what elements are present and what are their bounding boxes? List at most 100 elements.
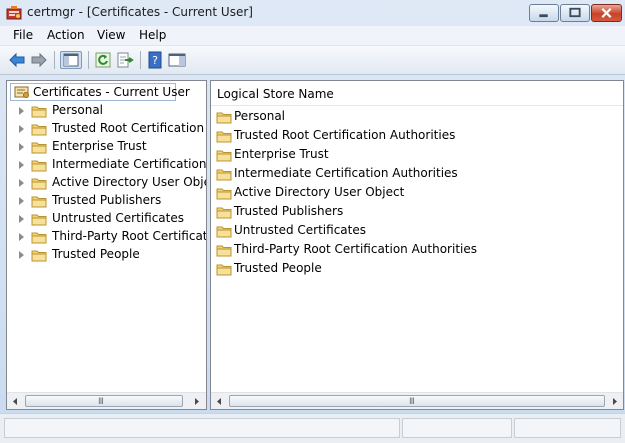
tree-item[interactable]: Intermediate Certification Au	[7, 156, 206, 174]
tree-item[interactable]: Enterprise Trust	[7, 138, 206, 156]
status-cell-tertiary	[514, 418, 621, 438]
scroll-right-icon[interactable]	[606, 393, 623, 410]
list-item-label: Trusted People	[234, 261, 322, 275]
tree-item[interactable]: Trusted People	[7, 246, 206, 264]
list-scroll-thumb[interactable]: III	[229, 395, 605, 407]
forward-arrow-icon[interactable]	[30, 51, 48, 69]
list-item-label: Trusted Root Certification Authorities	[234, 128, 456, 142]
column-header-label: Logical Store Name	[217, 87, 334, 101]
folder-icon	[31, 124, 47, 136]
scroll-left-icon[interactable]	[7, 393, 24, 410]
list-item-label: Active Directory User Object	[234, 185, 405, 199]
menu-view[interactable]: View	[97, 28, 125, 42]
expand-arrow-icon[interactable]	[19, 179, 24, 187]
tree-item-label: Trusted People	[52, 247, 140, 261]
close-button[interactable]	[591, 4, 622, 22]
status-cell-main	[4, 418, 400, 438]
toolbar-separator	[88, 51, 89, 69]
list-item-label: Intermediate Certification Authorities	[234, 166, 458, 180]
tree-root-label: Certificates - Current User	[33, 85, 190, 99]
tree-item[interactable]: Trusted Root Certification Au	[7, 120, 206, 138]
console-tree-pane[interactable]: Certificates - Current User Personal Trus…	[6, 80, 207, 410]
list-item[interactable]: Trusted Publishers	[211, 203, 623, 221]
folder-icon	[31, 250, 47, 262]
help-icon[interactable]: ?	[146, 51, 164, 69]
list-item[interactable]: Untrusted Certificates	[211, 222, 623, 240]
menu-help[interactable]: Help	[139, 28, 166, 42]
tree-item[interactable]: Active Directory User Object	[7, 174, 206, 192]
tree-scroll-thumb[interactable]: III	[25, 395, 183, 407]
minimize-button[interactable]	[529, 4, 559, 22]
folder-icon	[31, 142, 47, 154]
close-icon	[601, 7, 612, 18]
tree-item-label: Enterprise Trust	[52, 139, 147, 153]
list-horizontal-scrollbar[interactable]: III	[211, 392, 623, 410]
tree-item[interactable]: Third-Party Root Certification	[7, 228, 206, 246]
expand-arrow-icon[interactable]	[19, 125, 24, 133]
tree-item-label: Active Directory User Object	[52, 175, 207, 189]
tree-item-label: Trusted Publishers	[52, 193, 162, 207]
expand-arrow-icon[interactable]	[19, 197, 24, 205]
back-arrow-icon[interactable]	[8, 51, 26, 69]
tree-item-label: Untrusted Certificates	[52, 211, 184, 225]
folder-icon	[31, 196, 47, 208]
column-header-logical-store-name[interactable]: Logical Store Name	[211, 81, 623, 106]
expand-arrow-icon[interactable]	[19, 107, 24, 115]
scroll-left-icon[interactable]	[211, 393, 228, 410]
folder-icon	[216, 188, 232, 200]
folder-icon	[216, 245, 232, 257]
tree-item[interactable]: Untrusted Certificates	[7, 210, 206, 228]
toolbar-separator	[140, 51, 141, 69]
list-item[interactable]: Active Directory User Object	[211, 184, 623, 202]
status-bar	[0, 413, 625, 443]
tree-item-label: Personal	[52, 103, 104, 117]
title-bar[interactable]: certmgr - [Certificates - Current User]	[0, 0, 625, 26]
certmgr-app-icon	[6, 6, 22, 20]
list-item[interactable]: Intermediate Certification Authorities	[211, 165, 623, 183]
refresh-icon[interactable]	[94, 51, 112, 69]
scroll-right-icon[interactable]	[188, 393, 205, 410]
tree-item[interactable]: Personal	[7, 102, 206, 120]
svg-text:?: ?	[152, 54, 158, 67]
menu-action[interactable]: Action	[47, 28, 85, 42]
tree-horizontal-scrollbar[interactable]: III	[7, 392, 206, 410]
tree-item[interactable]: Trusted Publishers	[7, 192, 206, 210]
list-item[interactable]: Enterprise Trust	[211, 146, 623, 164]
scroll-grip: III	[98, 397, 104, 407]
list-item[interactable]: Personal	[211, 108, 623, 126]
maximize-icon	[569, 7, 581, 18]
list-item[interactable]: Trusted Root Certification Authorities	[211, 127, 623, 145]
window-title: certmgr - [Certificates - Current User]	[27, 5, 253, 19]
folder-icon	[31, 232, 47, 244]
expand-arrow-icon[interactable]	[19, 143, 24, 151]
certmgr-window: certmgr - [Certificates - Current User] …	[0, 0, 625, 443]
list-item-label: Third-Party Root Certification Authoriti…	[234, 242, 477, 256]
list-item[interactable]: Trusted People	[211, 260, 623, 278]
show-hide-console-tree-button[interactable]	[60, 51, 82, 69]
toolbar-separator	[54, 51, 55, 69]
show-hide-action-pane-icon[interactable]	[168, 51, 186, 69]
minimize-icon	[539, 14, 548, 18]
expand-arrow-icon[interactable]	[19, 251, 24, 259]
tree-root-certificates-current-user[interactable]: Certificates - Current User	[10, 83, 190, 101]
folder-icon	[216, 150, 232, 162]
expand-arrow-icon[interactable]	[19, 161, 24, 169]
export-list-icon[interactable]	[116, 51, 134, 69]
list-item[interactable]: Third-Party Root Certification Authoriti…	[211, 241, 623, 259]
status-cell-secondary	[402, 418, 512, 438]
folder-icon	[216, 264, 232, 276]
expand-arrow-icon[interactable]	[19, 233, 24, 241]
list-item-label: Personal	[234, 109, 286, 123]
menu-file[interactable]: File	[13, 28, 33, 42]
folder-icon	[31, 160, 47, 172]
expand-arrow-icon[interactable]	[19, 215, 24, 223]
tree-item-label: Intermediate Certification Au	[52, 157, 207, 171]
certificate-store-icon	[14, 86, 29, 98]
folder-icon	[216, 226, 232, 238]
folder-icon	[216, 169, 232, 181]
list-item-label: Untrusted Certificates	[234, 223, 366, 237]
tree-item-label: Trusted Root Certification Au	[52, 121, 207, 135]
folder-icon	[216, 131, 232, 143]
maximize-button[interactable]	[560, 4, 590, 22]
details-list-pane[interactable]: Logical Store Name Personal Trusted Root …	[210, 80, 624, 410]
